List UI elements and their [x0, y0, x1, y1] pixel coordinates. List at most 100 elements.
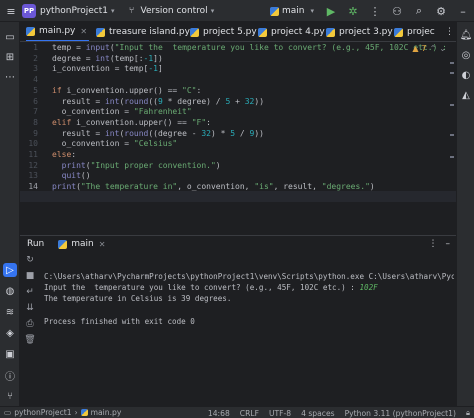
code-editor[interactable]: 1 2 3 4 5 6 7 8 9 10 11 12 13 14 temp = input("Input …	[20, 42, 456, 235]
search-icon[interactable]: ⌕	[408, 0, 430, 22]
soft-wrap-icon[interactable]: ↵	[24, 286, 36, 298]
code-line: quit()	[61, 171, 91, 181]
problems-icon[interactable]: ⓘ	[3, 368, 17, 383]
tab-project-4-py[interactable]: project 4.py	[258, 22, 325, 41]
code-line: i_convention = temp[-1]	[52, 64, 163, 74]
inspection-widget[interactable]: ▲ 7 ⌃ ⌄	[412, 44, 446, 53]
console-exit-line: Process finished with exit code 0	[44, 317, 195, 326]
folder-icon[interactable]: ▭	[3, 30, 17, 44]
trash-icon[interactable]: 🗑︎	[24, 334, 36, 346]
title-bar: ≡ PP pythonProject1 ▾ ⑂ Version control …	[0, 0, 474, 22]
right-tool-strip: 🔔︎ ◎ ◐ ◭	[456, 22, 474, 406]
minimize-icon[interactable]: –	[452, 0, 474, 22]
line-number: 7	[33, 107, 38, 117]
layers-icon[interactable]: ≋	[3, 305, 17, 319]
hamburger-menu-icon[interactable]: ≡	[0, 0, 22, 22]
line-number: 3	[33, 64, 38, 74]
chevron-down-icon: ▾	[310, 7, 314, 15]
services-icon[interactable]: ◈	[3, 326, 17, 340]
breadcrumb-file[interactable]: main.py	[91, 408, 122, 417]
terminal-icon[interactable]: ▣	[3, 347, 17, 361]
line-number: 12	[28, 160, 38, 170]
plugins-icon[interactable]: ⊞	[3, 50, 17, 64]
more-actions-icon[interactable]: ⋮	[364, 0, 386, 22]
scrollbar-marker	[450, 156, 454, 158]
sciview-icon[interactable]: ◐	[459, 68, 473, 82]
line-number: 10	[28, 139, 38, 149]
close-icon[interactable]: ✕	[80, 27, 87, 36]
code-line: print("The temperature in", o_convention…	[52, 182, 375, 192]
tab-label: project 3.py	[339, 27, 393, 37]
git-icon[interactable]: ⑂	[3, 389, 17, 403]
run-toolbar: ↻ ■ ↵ ⇊ ⎙ 🗑︎	[20, 254, 40, 404]
scroll-to-end-icon[interactable]: ⇊	[24, 302, 36, 314]
console-prompt-line: Input the temperature you like to conver…	[44, 283, 378, 293]
tab-main-py[interactable]: main.py ✕	[26, 22, 90, 41]
python-packages-icon[interactable]: ◍	[3, 284, 17, 298]
scrollbar-marker	[450, 62, 454, 64]
tab-project-3-py[interactable]: project 3.py	[326, 22, 393, 41]
line-number: 9	[33, 128, 38, 138]
tab-overflow-icon[interactable]: ⋮	[445, 22, 454, 41]
version-control-menu[interactable]: Version control	[141, 6, 208, 16]
tab-label: treasure island.py	[109, 27, 190, 37]
run-panel-header: Run main ✕ ⋮ –	[20, 236, 456, 252]
more-tools-icon[interactable]: ⋯	[3, 70, 17, 84]
chevron-down-icon: ▾	[210, 6, 215, 15]
add-user-icon[interactable]: ⚇	[386, 0, 408, 22]
interpreter-selector[interactable]: Python 3.11 (pythonProject1)	[345, 409, 456, 418]
run-config-selector[interactable]: main ▾	[269, 6, 314, 16]
chevron-down-icon: ▾	[111, 6, 115, 15]
scrollbar-marker	[450, 72, 454, 74]
code-line: o_convention = "Celsius"	[52, 139, 178, 149]
python-file-icon	[80, 409, 88, 416]
print-icon[interactable]: ⎙	[24, 318, 36, 330]
code-line: elif i_convention.upper() == "F":	[52, 117, 211, 127]
python-file-icon	[326, 27, 335, 37]
code-area[interactable]: temp = input("Input the temperature you …	[52, 42, 452, 235]
tab-label: projec	[407, 27, 435, 37]
debug-icon[interactable]: ✲	[342, 0, 364, 22]
folder-icon: ▭	[4, 408, 12, 417]
tab-projec[interactable]: projec	[394, 22, 435, 41]
branch-icon: ⑂	[128, 5, 135, 16]
breadcrumb-project[interactable]: pythonProject1	[14, 408, 71, 417]
line-separator[interactable]: CRLF	[240, 409, 259, 418]
run-tool-icon[interactable]: ▷	[3, 263, 17, 277]
code-line: degree = int(temp[:-1])	[52, 53, 163, 63]
python-file-icon	[58, 239, 68, 249]
line-number: 14	[28, 182, 38, 192]
caret-position[interactable]: 14:68	[208, 409, 230, 418]
gear-icon[interactable]: ⚙	[430, 0, 452, 22]
run-console-output[interactable]: C:\Users\atharv\PycharmProjects\pythonPr…	[44, 272, 454, 402]
tab-treasure-island-py[interactable]: treasure island.py	[96, 22, 190, 41]
rerun-icon[interactable]: ↻	[24, 254, 36, 266]
chevron-up-icon[interactable]: ⌃	[430, 44, 437, 53]
python-file-icon	[394, 27, 403, 37]
console-user-input: 102F	[359, 283, 378, 292]
hide-panel-icon[interactable]: –	[446, 239, 451, 249]
project-name[interactable]: pythonProject1	[40, 6, 108, 16]
line-number: 5	[33, 85, 38, 95]
run-tab-main[interactable]: main ✕	[58, 236, 105, 252]
project-badge[interactable]: PP	[22, 3, 36, 18]
chevron-down-icon[interactable]: ⌄	[439, 44, 446, 53]
code-line: result = int(round((degree - 32) * 5 / 9…	[52, 128, 264, 138]
lock-icon[interactable]: 🔒︎	[466, 408, 470, 418]
file-encoding[interactable]: UTF-8	[269, 409, 291, 418]
ai-assistant-icon[interactable]: ◭	[459, 88, 473, 102]
line-number: 6	[33, 96, 38, 106]
run-icon[interactable]: ▶	[320, 0, 342, 22]
tab-project-5-py[interactable]: project 5.py	[190, 22, 257, 41]
more-options-icon[interactable]: ⋮	[429, 239, 438, 249]
python-file-icon	[269, 6, 279, 16]
tab-label: project 4.py	[271, 27, 325, 37]
stop-icon[interactable]: ■	[24, 270, 36, 282]
notifications-icon[interactable]: 🔔︎	[459, 28, 473, 42]
warning-icon: ▲	[412, 44, 419, 53]
indent-setting[interactable]: 4 spaces	[301, 409, 334, 418]
line-number: 2	[33, 53, 38, 63]
close-icon[interactable]: ✕	[99, 240, 106, 249]
run-panel: Run main ✕ ⋮ – ↻ ■ ↵ ⇊ ⎙ 🗑︎ C:\Users\ath…	[20, 235, 456, 406]
database-icon[interactable]: ◎	[459, 48, 473, 62]
